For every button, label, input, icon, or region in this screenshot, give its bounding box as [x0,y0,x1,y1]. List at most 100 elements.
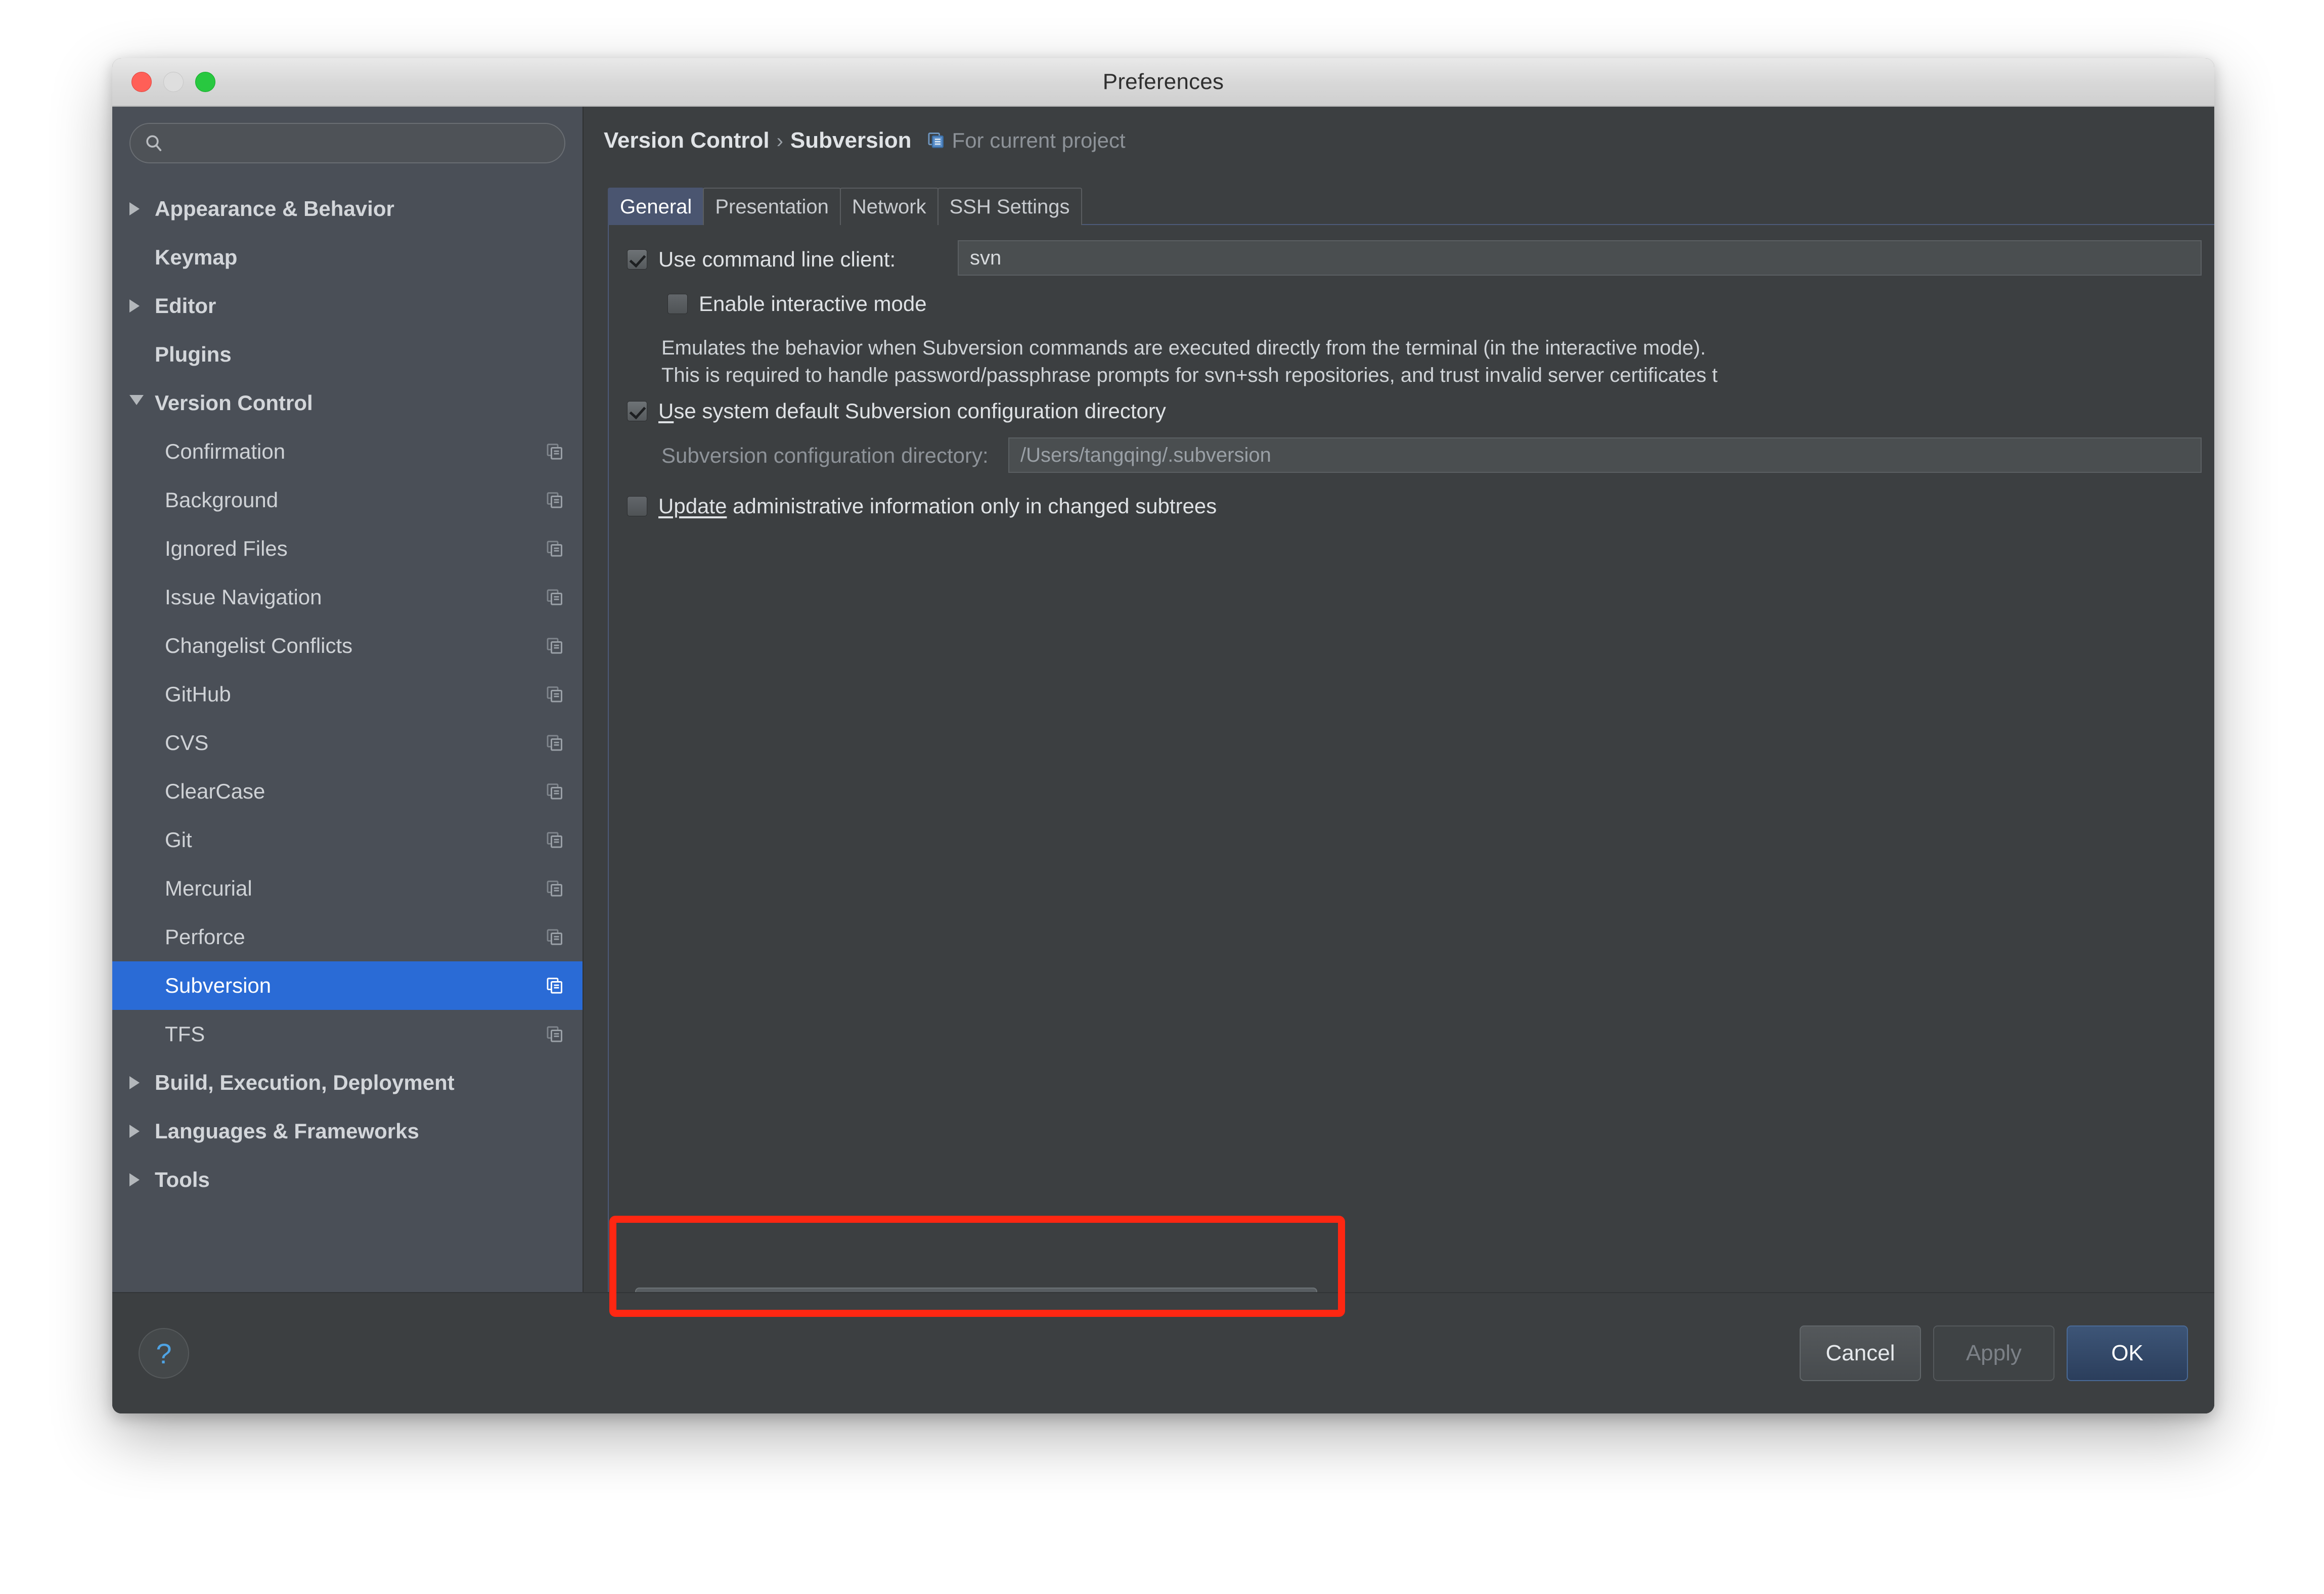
sidebar-item-tfs[interactable]: TFS [112,1010,583,1058]
chevron-right-icon[interactable] [129,299,155,313]
chevron-right-icon[interactable] [129,1125,155,1138]
project-settings-copy-icon [543,684,565,704]
ok-button[interactable]: OK [2067,1325,2188,1381]
sidebar-item-appearance-behavior[interactable]: Appearance & Behavior [112,185,583,233]
project-settings-copy-icon [543,781,565,802]
window-title: Preferences [1102,69,1224,94]
sidebar-item-git[interactable]: Git [112,816,583,864]
sidebar-item-label: Subversion [165,973,272,997]
settings-tree: Appearance & Behavior Keymap Editor Plugins… [112,185,583,1204]
preferences-window: Preferences Appearance & Behavior Keymap… [112,58,2214,1413]
sidebar-item-label: Perforce [165,925,245,949]
use-system-default-config-dir-mnemonic: U [658,399,674,423]
project-settings-copy-icon [543,878,565,899]
search-icon [144,133,164,153]
sidebar-item-perforce[interactable]: Perforce [112,913,583,961]
close-window-icon[interactable] [131,72,152,92]
maximize-window-icon[interactable] [195,72,215,92]
sidebar-item-label: GitHub [165,682,231,706]
interactive-mode-description-line1: Emulates the behavior when Subversion co… [661,337,1706,359]
project-settings-copy-icon [543,636,565,656]
breadcrumb-leaf: Subversion [790,128,912,153]
project-settings-copy-icon [543,927,565,947]
sidebar-item-issue-navigation[interactable]: Issue Navigation [112,573,583,622]
dialog-footer: ? Cancel Apply OK [112,1292,2214,1413]
sidebar-item-label: Background [165,488,279,512]
project-settings-copy-icon [543,587,565,607]
sidebar-item-label: ClearCase [165,779,265,803]
sidebar-item-label: Mercurial [165,876,252,900]
sidebar-item-label: Languages & Frameworks [155,1119,419,1143]
use-command-line-client-checkbox[interactable] [627,249,647,270]
chevron-right-icon[interactable] [129,1173,155,1186]
sidebar-item-label: Git [165,828,192,852]
sidebar-item-mercurial[interactable]: Mercurial [112,864,583,913]
sidebar-item-editor[interactable]: Editor [112,282,583,330]
sidebar-item-label: Editor [155,294,216,318]
sidebar-item-build-execution-deployment[interactable]: Build, Execution, Deployment [112,1058,583,1107]
desktop-backdrop: Preferences Appearance & Behavior Keymap… [0,0,2324,1594]
sidebar-item-github[interactable]: GitHub [112,670,583,719]
tab-presentation[interactable]: Presentation [703,188,841,225]
sidebar-item-label: Ignored Files [165,537,288,560]
settings-tab-strip: General Presentation Network SSH Settings [608,188,1082,225]
tab-ssh-settings[interactable]: SSH Settings [937,188,1082,225]
sidebar-item-confirmation[interactable]: Confirmation [112,427,583,476]
use-system-default-config-dir-text: se system default Subversion configurati… [674,399,1166,423]
search-input[interactable] [172,132,528,154]
sidebar-item-languages-frameworks[interactable]: Languages & Frameworks [112,1107,583,1156]
tab-general[interactable]: General [608,188,704,225]
search-box[interactable] [129,123,565,163]
sidebar-item-label: Changelist Conflicts [165,634,353,657]
project-settings-copy-icon [543,733,565,753]
cancel-button[interactable]: Cancel [1800,1325,1921,1381]
update-admin-info-mnemonic: Update [658,494,727,518]
window-body: Appearance & Behavior Keymap Editor Plugins… [112,107,2214,1413]
sidebar-item-changelist-conflicts[interactable]: Changelist Conflicts [112,622,583,670]
sidebar-item-background[interactable]: Background [112,476,583,524]
chevron-right-icon[interactable] [129,1076,155,1089]
update-admin-info-label: Update administrative information only i… [658,494,1217,518]
breadcrumb-root[interactable]: Version Control [604,128,770,153]
sidebar-item-label: TFS [165,1022,205,1046]
update-admin-info-checkbox[interactable] [627,496,647,516]
interactive-mode-description-line2: This is required to handle password/pass… [661,364,1718,386]
settings-sidebar: Appearance & Behavior Keymap Editor Plugins… [112,107,584,1413]
window-titlebar: Preferences [112,58,2214,107]
enable-interactive-mode-label: Enable interactive mode [699,292,927,316]
sidebar-item-clearcase[interactable]: ClearCase [112,767,583,816]
sidebar-item-label: Build, Execution, Deployment [155,1071,455,1094]
project-settings-copy-icon [543,830,565,850]
sidebar-item-label: Issue Navigation [165,585,322,609]
chevron-down-icon[interactable] [129,394,155,412]
sidebar-item-label: Version Control [155,391,313,415]
project-settings-copy-icon [543,441,565,462]
use-system-default-config-dir-label: Use system default Subversion configurat… [658,399,1166,423]
breadcrumb-scope-label: For current project [952,128,1126,152]
apply-button: Apply [1933,1325,2054,1381]
chevron-right-icon[interactable] [129,202,155,215]
sidebar-item-label: Confirmation [165,439,286,463]
use-system-default-config-dir-checkbox[interactable] [627,401,647,421]
project-scope-icon [927,130,946,152]
sidebar-item-plugins[interactable]: Plugins [112,330,583,379]
sidebar-item-ignored-files[interactable]: Ignored Files [112,524,583,573]
enable-interactive-mode-checkbox[interactable] [667,294,688,314]
update-admin-info-text: administrative information only in chang… [727,494,1217,518]
tab-network[interactable]: Network [839,188,938,225]
project-settings-copy-icon [543,539,565,559]
sidebar-item-keymap[interactable]: Keymap [112,233,583,282]
help-icon[interactable]: ? [139,1328,189,1379]
breadcrumb-separator: › [776,130,783,152]
sidebar-item-tools[interactable]: Tools [112,1156,583,1204]
traffic-light-controls [131,72,215,92]
config-dir-input[interactable]: /Users/tangqing/.subversion [1008,437,2202,473]
general-tab-panel: Use command line client: svn Enable inte… [608,224,2214,1349]
breadcrumb: Version Control › Subversion For current… [584,107,2214,153]
sidebar-item-cvs[interactable]: CVS [112,719,583,767]
minimize-window-icon[interactable] [163,72,184,92]
sidebar-item-subversion[interactable]: Subversion [112,961,583,1010]
command-line-client-input[interactable]: svn [958,240,2202,276]
use-command-line-client-label: Use command line client: [658,247,896,271]
sidebar-item-version-control[interactable]: Version Control [112,379,583,427]
